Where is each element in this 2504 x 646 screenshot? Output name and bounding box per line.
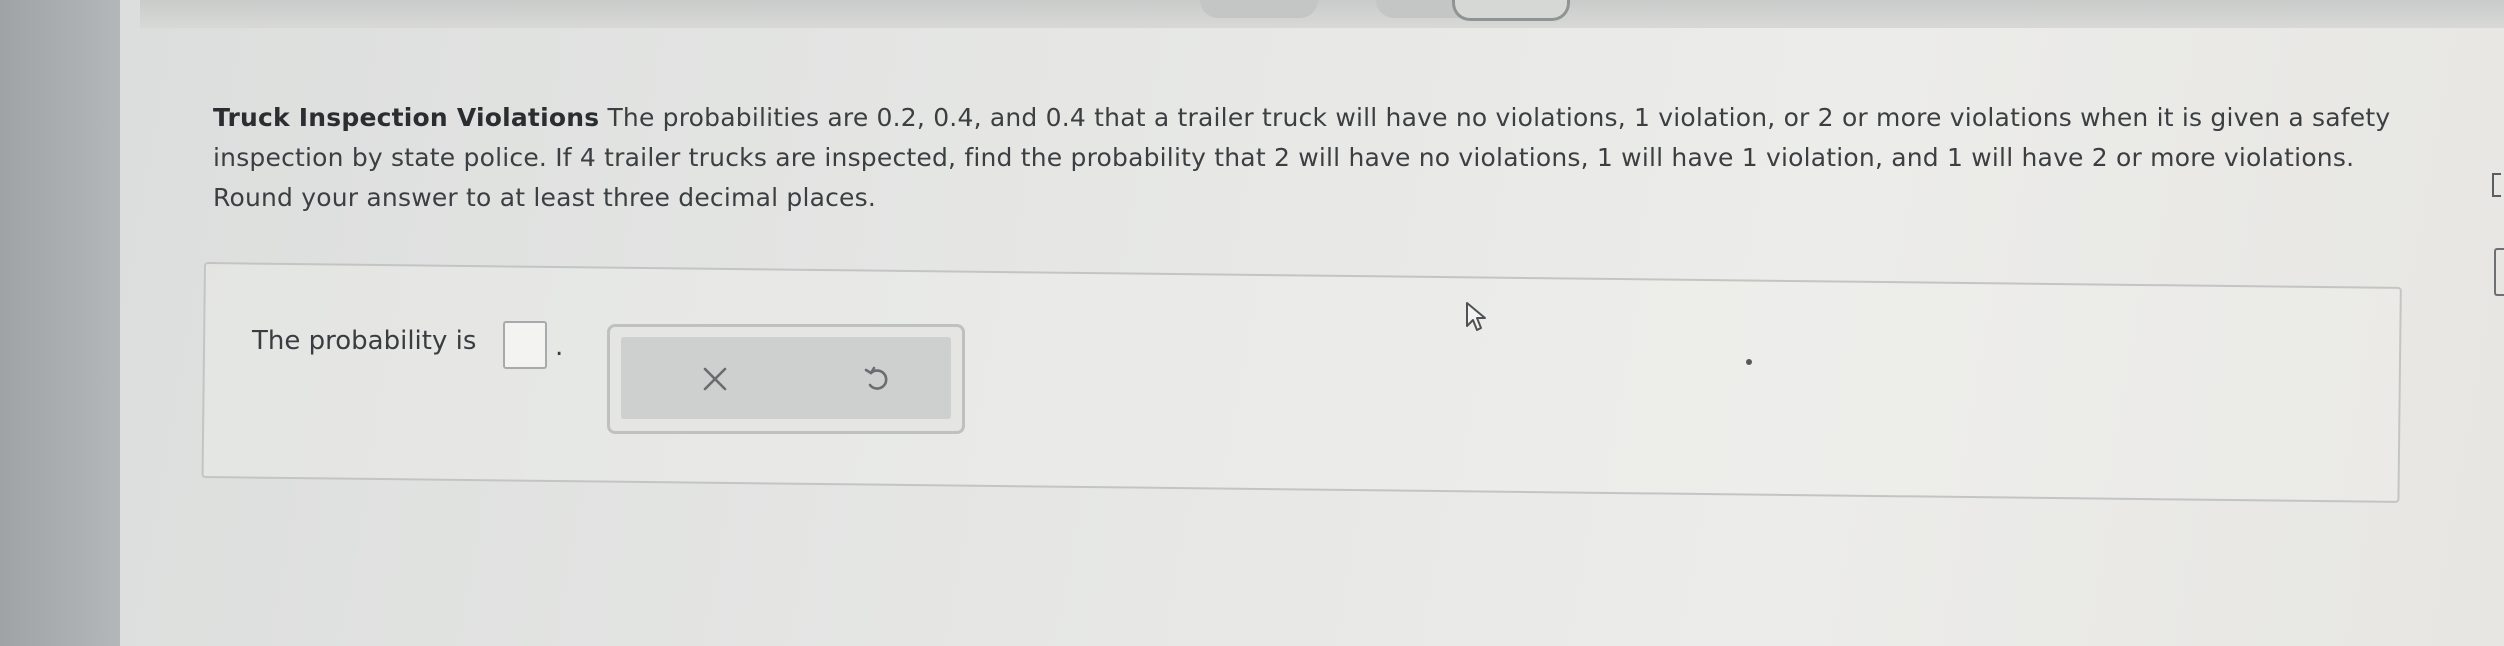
clear-button[interactable]: [687, 351, 743, 407]
top-toolbar-strip: [140, 0, 2504, 28]
right-edge-tab[interactable]: [2494, 248, 2504, 296]
question-title: Truck Inspection Violations: [213, 103, 600, 132]
answer-tools-bar: [621, 337, 951, 419]
probability-label: The probability is: [252, 326, 477, 356]
mouse-cursor-icon: [1464, 300, 1490, 338]
undo-button[interactable]: [849, 351, 905, 407]
top-tab-3[interactable]: [1452, 0, 1570, 21]
top-tab-1[interactable]: [1200, 0, 1318, 18]
answer-panel: [201, 262, 2402, 503]
stray-dot: [1746, 359, 1752, 365]
answer-input[interactable]: [503, 321, 547, 369]
question-text: Truck Inspection Violations The probabil…: [213, 98, 2393, 218]
right-edge-control[interactable]: [2492, 173, 2501, 197]
x-icon: [703, 367, 727, 391]
answer-tools: [607, 324, 965, 434]
answer-period: .: [555, 332, 564, 362]
left-gutter: [0, 0, 125, 646]
undo-icon: [864, 366, 888, 390]
